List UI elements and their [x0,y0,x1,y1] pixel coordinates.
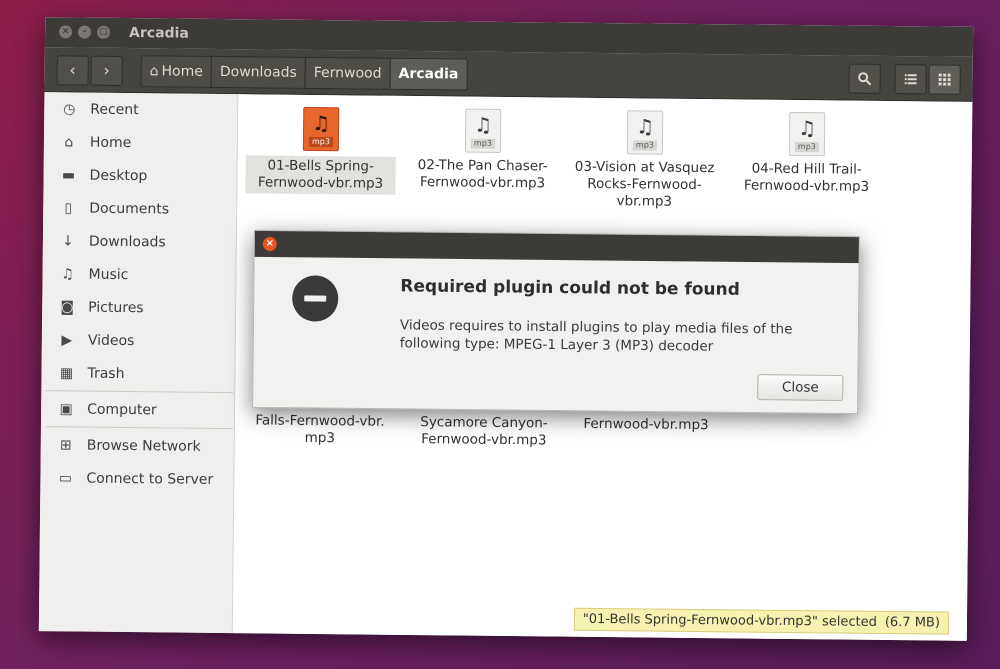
file-name-partial[interactable]: Sycamore Canyon- Fernwood-vbr.mp3 [409,414,559,450]
close-icon[interactable]: × [262,236,277,252]
file-name: 02-The Pan Chaser-Fernwood-vbr.mp3 [417,157,548,192]
window-title: Arcadia [128,25,189,42]
sidebar-item-label: Computer [87,401,157,419]
sidebar-item-connect-to-server[interactable]: ▭ Connect to Server [40,463,233,495]
view-controls [848,63,961,95]
sidebar-item-pictures[interactable]: ◙ Pictures [42,292,235,324]
close-button[interactable]: Close [757,374,844,402]
list-view-icon [904,74,917,85]
music-icon: ♫ [61,266,74,283]
sidebar-item-label: Videos [87,332,135,350]
sidebar-item-label: Music [88,266,129,284]
sidebar: ◷ Recent ⌂ Home ▬ Desktop ▯ Documents ↓ … [38,92,239,634]
close-window-button[interactable]: × [59,25,73,39]
sidebar-item-desktop[interactable]: ▬ Desktop [43,160,236,192]
file-extension: mp3 [308,136,333,148]
document-icon: ▯ [64,200,73,217]
breadcrumb-label: Home [161,63,203,80]
sidebar-item-label: Recent [90,101,139,119]
trash-icon: ▦ [59,365,74,382]
breadcrumb-arcadia[interactable]: Arcadia [389,57,468,91]
sidebar-item-home[interactable]: ⌂ Home [44,127,237,159]
forward-button[interactable]: › [90,55,123,86]
grid-view-icon [938,73,951,86]
sidebar-item-music[interactable]: ♫ Music [42,259,235,291]
status-size: (6.7 MB) [884,614,941,631]
file-extension: mp3 [794,142,819,153]
file-item[interactable]: ♫ mp3 01-Bells Spring-Fernwood-vbr.mp3 [245,106,396,195]
home-icon: ⌂ [64,134,74,151]
download-icon: ↓ [61,233,74,250]
file-extension: mp3 [470,138,495,149]
file-name: 01-Bells Spring-Fernwood-vbr.mp3 [245,155,396,195]
back-button[interactable]: ‹ [56,55,89,86]
sidebar-item-documents[interactable]: ▯ Documents [43,193,236,225]
dialog-message: Videos requires to install plugins to pl… [399,317,793,355]
sidebar-item-label: Home [89,134,132,152]
breadcrumb-downloads[interactable]: Downloads [210,55,305,89]
list-view-button[interactable] [894,64,927,95]
sidebar-item-recent[interactable]: ◷ Recent [44,94,237,126]
folder-icon: ▬ [61,167,76,184]
sidebar-item-downloads[interactable]: ↓ Downloads [43,226,236,258]
clock-icon: ◷ [63,101,76,118]
error-icon [291,275,339,322]
music-file-icon: ♫ mp3 [788,111,826,157]
grid-view-button[interactable] [928,64,961,95]
minimize-window-button[interactable]: – [78,25,92,39]
window-controls: × – □ [59,25,111,39]
music-file-icon: ♫ mp3 [302,106,340,152]
sidebar-item-videos[interactable]: ▶ Videos [42,325,235,357]
sidebar-item-label: Trash [87,365,125,383]
status-selection: "01-Bells Spring-Fernwood-vbr.mp3" selec… [582,611,877,630]
maximize-window-button[interactable]: □ [97,25,111,39]
search-button[interactable] [848,63,881,94]
music-file-icon: ♫ mp3 [626,110,664,155]
file-item[interactable]: ♫ mp3 03-Vision at Vasquez Rocks-Fernwoo… [569,110,720,212]
camera-icon: ◙ [60,299,75,316]
sidebar-item-browse-network[interactable]: ⊞ Browse Network [41,430,234,462]
sidebar-item-computer[interactable]: ▣ Computer [41,394,234,426]
search-icon [858,72,872,86]
sidebar-divider [45,390,234,394]
sidebar-item-label: Desktop [89,167,148,185]
video-icon: ▶ [61,332,73,349]
breadcrumb: ⌂ Home Downloads Fernwood Arcadia [140,55,468,91]
file-name: 04-Red Hill Trail-Fernwood-vbr.mp3 [743,160,870,195]
file-extension: mp3 [632,140,657,151]
file-name: 03-Vision at Vasquez Rocks-Fernwood-vbr.… [574,158,715,210]
music-file-icon: ♫ mp3 [464,108,502,153]
server-icon: ▭ [58,470,73,487]
file-name-partial[interactable]: Falls-Fernwood-vbr. mp3 [245,412,395,448]
home-icon: ⌂ [149,63,159,80]
sidebar-item-trash[interactable]: ▦ Trash [41,358,234,390]
drive-icon: ▣ [59,401,73,418]
sidebar-item-label: Browse Network [86,437,201,455]
network-icon: ⊞ [59,437,72,454]
sidebar-item-label: Pictures [88,299,144,317]
file-item[interactable]: ♫ mp3 02-The Pan Chaser-Fernwood-vbr.mp3 [407,108,558,193]
sidebar-item-label: Downloads [88,233,166,251]
sidebar-divider [44,426,233,430]
dialog-heading: Required plugin could not be found [400,276,740,300]
plugin-error-dialog: × Required plugin could not be found Vid… [252,229,860,415]
breadcrumb-fernwood[interactable]: Fernwood [304,56,390,90]
breadcrumb-home[interactable]: ⌂ Home [140,55,212,88]
status-bar: "01-Bells Spring-Fernwood-vbr.mp3" selec… [573,607,950,635]
sidebar-item-label: Connect to Server [86,470,214,488]
file-name-partial[interactable]: Fernwood-vbr.mp3 [571,416,721,435]
file-item[interactable]: ♫ mp3 04-Red Hill Trail-Fernwood-vbr.mp3 [731,111,882,196]
sidebar-item-label: Documents [89,200,170,218]
dialog-title-bar: × [254,230,859,264]
